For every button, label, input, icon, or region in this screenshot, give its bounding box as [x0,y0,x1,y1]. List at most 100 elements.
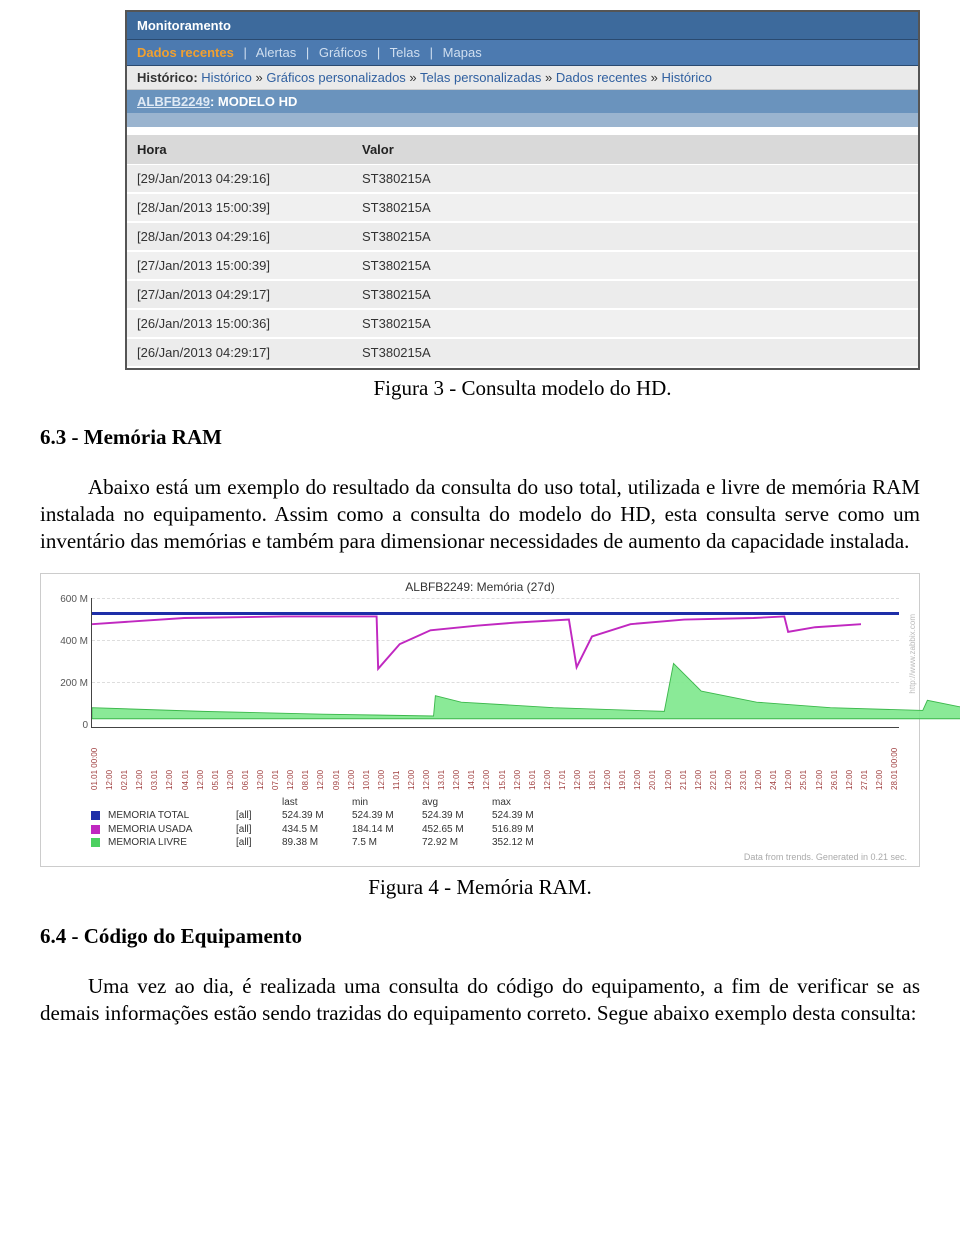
x-tick: 11.01 [393,730,401,790]
x-tick: 02.01 [121,730,129,790]
figure-caption-4: Figura 4 - Memória RAM. [40,875,920,900]
breadcrumb: Histórico: Histórico » Gráficos personal… [127,66,918,90]
breadcrumb-item[interactable]: Gráficos personalizados [266,70,405,85]
col-valor[interactable]: Valor [352,131,918,165]
cell-valor: ST380215A [352,309,918,338]
x-tick: 19.01 [619,730,627,790]
heading-6-4: 6.4 - Código do Equipamento [40,924,920,949]
cell-valor: ST380215A [352,165,918,194]
legend-min: 7.5 M [352,836,414,850]
breadcrumb-item[interactable]: Telas personalizadas [420,70,541,85]
legend-swatch [91,838,100,847]
subtab-dados-recentes[interactable]: Dados recentes [137,45,234,60]
x-tick: 12:00 [755,730,763,790]
x-tick: 01.01 00:00 [91,730,99,790]
legend-all: [all] [236,823,274,837]
cell-hora: [28/Jan/2013 15:00:39] [127,193,352,222]
cell-hora: [27/Jan/2013 04:29:17] [127,280,352,309]
cell-valor: ST380215A [352,193,918,222]
x-tick: 12:00 [136,730,144,790]
x-tick: 12:00 [227,730,235,790]
x-tick: 12:00 [846,730,854,790]
col-hora[interactable]: Hora [127,131,352,165]
legend-row: MEMORIA LIVRE[all]89.38 M7.5 M72.92 M352… [91,836,903,850]
x-tick: 12:00 [483,730,491,790]
legend-avg: 524.39 M [422,809,484,823]
breadcrumb-item[interactable]: Histórico [661,70,712,85]
x-tick: 12:00 [816,730,824,790]
table-row: [28/Jan/2013 04:29:16]ST380215A [127,222,918,251]
legend-swatch [91,811,100,820]
x-tick: 12:00 [287,730,295,790]
paragraph-6-3: Abaixo está um exemplo do resultado da c… [40,474,920,555]
x-tick: 12:00 [317,730,325,790]
host-link[interactable]: ALBFB2249 [137,94,210,109]
legend-row: MEMORIA TOTAL[all]524.39 M524.39 M524.39… [91,809,903,823]
x-tick: 08.01 [302,730,310,790]
subtab-mapas[interactable]: Mapas [443,45,482,60]
item-name: MODELO HD [218,94,297,109]
table-row: [27/Jan/2013 04:29:17]ST380215A [127,280,918,309]
legend-last: 89.38 M [282,836,344,850]
figure-caption-3: Figura 3 - Consulta modelo do HD. [125,376,920,401]
legend-header-last: last [282,796,344,810]
x-tick: 12:00 [453,730,461,790]
x-tick: 12:00 [876,730,884,790]
history-table: Hora Valor [29/Jan/2013 04:29:16]ST38021… [127,127,918,368]
x-tick: 18.01 [589,730,597,790]
paragraph-6-4: Uma vez ao dia, é realizada uma consulta… [40,973,920,1027]
table-row: [26/Jan/2013 15:00:36]ST380215A [127,309,918,338]
chart-title: ALBFB2249: Memória (27d) [47,580,913,594]
x-tick: 23.01 [740,730,748,790]
legend-header-max: max [492,796,554,810]
subtab-graficos[interactable]: Gráficos [319,45,367,60]
legend-max: 352.12 M [492,836,554,850]
main-tab[interactable]: Monitoramento [127,12,918,40]
subtab-telas[interactable]: Telas [390,45,420,60]
x-tick: 12:00 [257,730,265,790]
legend-all: [all] [236,809,274,823]
breadcrumb-item[interactable]: Dados recentes [556,70,647,85]
chart-footer: Data from trends. Generated in 0.21 sec. [47,852,907,862]
legend-series-name: MEMORIA USADA [108,823,228,837]
x-tick: 03.01 [151,730,159,790]
legend-row: MEMORIA USADA[all]434.5 M184.14 M452.65 … [91,823,903,837]
table-row: [26/Jan/2013 04:29:17]ST380215A [127,338,918,367]
chart-watermark: http://www.zabbix.com [908,614,917,694]
memory-chart: ALBFB2249: Memória (27d) 600 M 400 M 200… [40,573,920,867]
table-row: [27/Jan/2013 15:00:39]ST380215A [127,251,918,280]
x-tick: 12:00 [106,730,114,790]
x-tick: 20.01 [649,730,657,790]
legend-swatch [91,825,100,834]
heading-6-3: 6.3 - Memória RAM [40,425,920,450]
x-tick: 10.01 [363,730,371,790]
x-tick: 26.01 [831,730,839,790]
legend-max: 516.89 M [492,823,554,837]
x-tick: 12:00 [166,730,174,790]
legend-max: 524.39 M [492,809,554,823]
x-tick: 12:00 [348,730,356,790]
host-title-bar: ALBFB2249: MODELO HD [127,90,918,113]
legend-series-name: MEMORIA TOTAL [108,809,228,823]
x-tick: 12:00 [604,730,612,790]
x-tick: 12:00 [197,730,205,790]
x-tick: 13.01 [438,730,446,790]
y-tick: 400 M [50,636,88,647]
legend-series-name: MEMORIA LIVRE [108,836,228,850]
cell-hora: [26/Jan/2013 15:00:36] [127,309,352,338]
x-tick: 12:00 [544,730,552,790]
subtab-alertas[interactable]: Alertas [256,45,296,60]
zabbix-history-panel: Monitoramento Dados recentes | Alertas |… [125,10,920,370]
x-tick: 12:00 [785,730,793,790]
x-tick: 12:00 [695,730,703,790]
legend-header-avg: avg [422,796,484,810]
filter-bar [127,113,918,127]
x-tick: 09.01 [333,730,341,790]
x-tick: 12:00 [665,730,673,790]
cell-hora: [27/Jan/2013 15:00:39] [127,251,352,280]
legend-avg: 452.65 M [422,823,484,837]
cell-valor: ST380215A [352,280,918,309]
x-tick: 12:00 [423,730,431,790]
cell-valor: ST380215A [352,222,918,251]
breadcrumb-item[interactable]: Histórico [201,70,252,85]
